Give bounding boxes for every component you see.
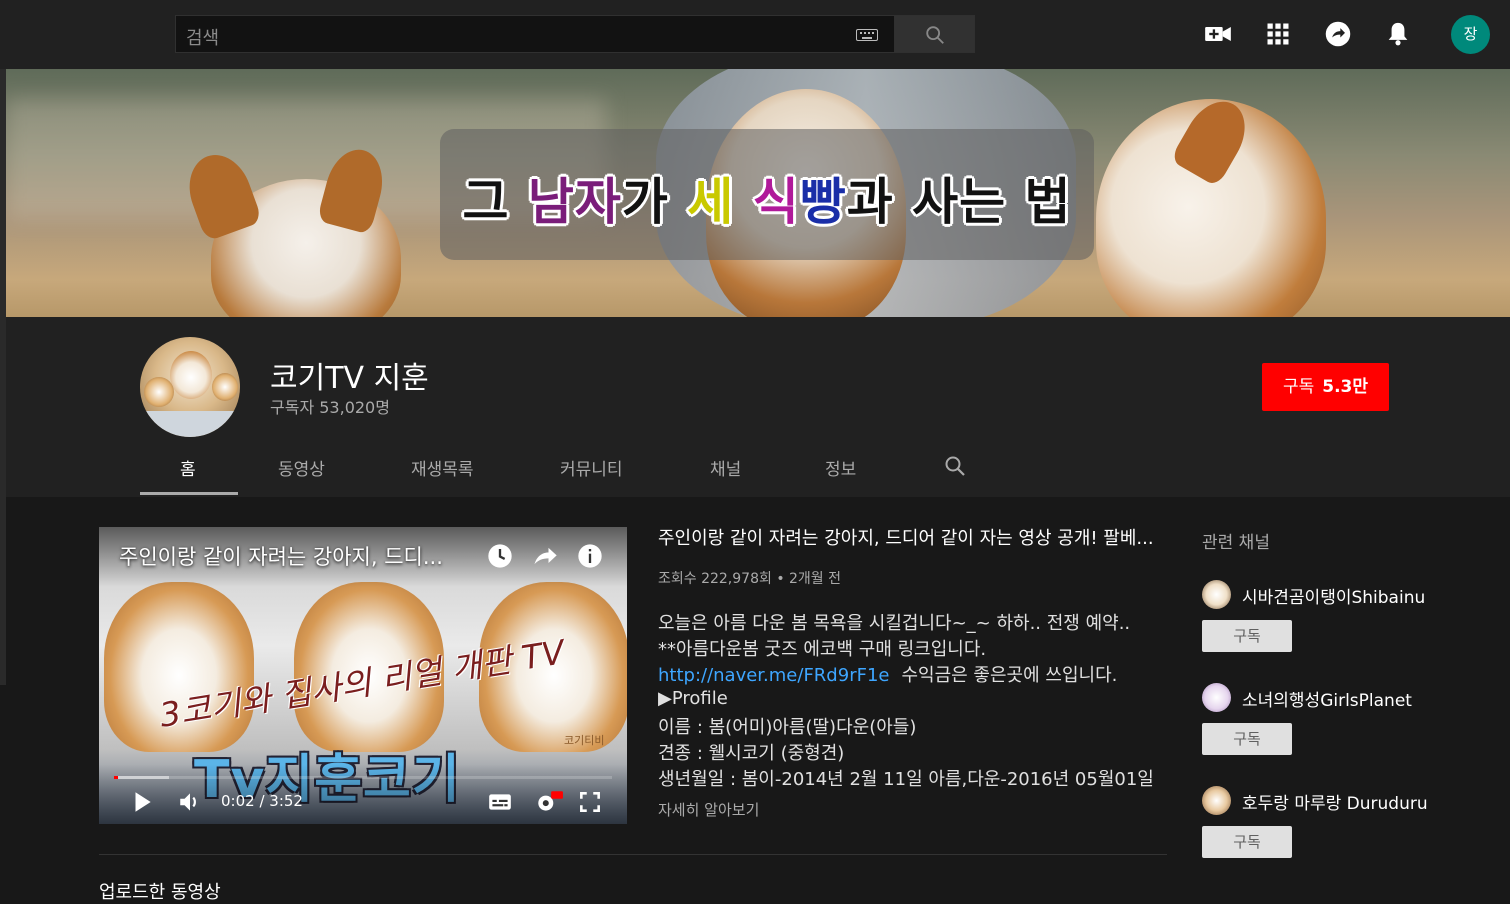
channel-search-icon[interactable] [943, 454, 967, 478]
progress-bar[interactable] [114, 776, 612, 779]
user-avatar[interactable]: 장 [1451, 15, 1490, 54]
related-channel-avatar[interactable] [1202, 580, 1231, 609]
related-channel-avatar[interactable] [1202, 786, 1231, 815]
notifications-bell-icon[interactable] [1384, 20, 1412, 48]
volume-icon[interactable] [177, 789, 203, 815]
time-display: 0:02 / 3:52 [221, 792, 303, 810]
featured-video-meta: 조회수 222,978회 • 2개월 전 [658, 571, 842, 587]
featured-video-title[interactable]: 주인이랑 같이 자려는 강아지, 드디어 같이 자는 영상 공개! 팔베... [658, 524, 1154, 550]
active-tab-indicator [140, 492, 238, 495]
keyboard-icon[interactable] [856, 29, 878, 41]
related-subscribe-button[interactable]: 구독 [1202, 723, 1292, 755]
description-link-line: http://naver.me/FRd9rF1e 수익금은 좋은곳에 쓰입니다. [658, 661, 1117, 687]
banner-title-part [734, 173, 752, 231]
subtitles-icon[interactable] [487, 789, 513, 815]
related-channels-heading: 관련 채널 [1202, 533, 1270, 553]
related-channel-avatar[interactable] [1202, 683, 1231, 712]
fullscreen-icon[interactable] [577, 789, 603, 815]
tab-about[interactable]: 정보 [825, 455, 856, 480]
description-link-suffix: 수익금은 좋은곳에 쓰입니다. [901, 665, 1118, 686]
progress-buffered [114, 776, 169, 779]
banner-title: 그 남자가 세 식빵과 사는 법 [440, 162, 1094, 234]
related-subscribe-button[interactable]: 구독 [1202, 826, 1292, 858]
description-link[interactable]: http://naver.me/FRd9rF1e [658, 665, 889, 686]
featured-video-player[interactable]: 3코기와 집사의 리얼 개판 TV Tv지훈코기 코기티비 주인이랑 같이 자려… [99, 527, 627, 824]
share-messages-icon[interactable] [1324, 20, 1352, 48]
avatar-dog-left [144, 377, 174, 407]
description-line: 이름 : 봄(어미)아름(딸)다운(아들) [658, 717, 917, 738]
channel-avatar[interactable] [140, 337, 240, 437]
tab-community[interactable]: 커뮤니티 [560, 455, 623, 480]
play-icon[interactable] [129, 789, 155, 815]
watch-later-icon[interactable] [486, 542, 514, 570]
banner-title-part: 가 [621, 173, 688, 231]
banner-title-part: 빵 [799, 173, 847, 231]
top-bar: 검색 장 [0, 0, 1510, 69]
channel-name: 코기TV 지훈 [270, 361, 429, 396]
description-line: ▶Profile [658, 688, 728, 709]
related-channel-name[interactable]: 시바견곰이탱이Shibainu [1242, 583, 1425, 608]
description-line: 생년월일 : 봄이-2014년 2월 11일 아름,다운-2016년 05월01… [658, 769, 1154, 790]
read-more-link[interactable]: 자세히 알아보기 [658, 799, 759, 820]
related-channel-name[interactable]: 소녀의행성GirlsPlanet [1242, 686, 1412, 711]
banner-title-part: 남자 [527, 173, 622, 231]
player-video-title[interactable]: 주인이랑 같이 자려는 강아지, 드디... [119, 541, 443, 571]
search-button[interactable] [894, 15, 975, 53]
related-subscribe-button[interactable]: 구독 [1202, 620, 1292, 652]
section-divider [99, 854, 1167, 855]
uploads-section-title: 업로드한 동영상 [99, 882, 221, 903]
avatar-bottom [140, 411, 240, 437]
subscribe-count: 5.3만 [1322, 377, 1369, 397]
avatar-dog-center [170, 351, 212, 399]
description-line: 오늘은 아름 다운 봄 목욕을 시킬겁니다~_~ 하하.. 전쟁 예약.. [658, 613, 1131, 634]
progress-played [114, 776, 118, 779]
tab-home[interactable]: 홈 [180, 455, 196, 480]
settings-gear-icon[interactable] [534, 789, 564, 815]
channel-header: 코기TV 지훈 구독자 53,020명 구독 5.3만 홈 동영상 재생목록 커뮤… [6, 317, 1510, 497]
search-input[interactable]: 검색 [175, 15, 895, 53]
description-line: **아름다운봄 굿즈 에코백 구매 링크입니다. [658, 639, 987, 660]
channel-banner: 그 남자가 세 식빵과 사는 법 [6, 69, 1510, 317]
share-icon[interactable] [531, 542, 559, 570]
subscribe-label: 구독 [1282, 377, 1315, 397]
apps-icon[interactable] [1264, 20, 1292, 48]
search-placeholder: 검색 [186, 28, 220, 49]
search-icon [926, 26, 944, 44]
banner-title-box: 그 남자가 세 식빵과 사는 법 [440, 129, 1094, 260]
banner-title-part: 과 사는 법 [846, 173, 1072, 231]
banner-title-part: 세 [687, 173, 735, 231]
subscriber-count: 구독자 53,020명 [270, 398, 390, 417]
related-channel-name[interactable]: 호두랑 마루랑 Duruduru [1242, 789, 1428, 814]
tab-videos[interactable]: 동영상 [278, 455, 325, 480]
banner-title-part: 그 [462, 173, 528, 231]
thumbnail-watermark: 코기티비 [564, 734, 605, 747]
banner-title-part: 식 [752, 173, 800, 231]
tab-channels[interactable]: 채널 [710, 455, 741, 480]
description-line: 견종 : 웰시코기 (중형견) [658, 743, 845, 764]
info-icon[interactable] [576, 542, 604, 570]
avatar-dog-right [212, 373, 238, 401]
create-video-icon[interactable] [1204, 20, 1232, 48]
subscribe-button[interactable]: 구독 5.3만 [1262, 363, 1389, 411]
tab-playlists[interactable]: 재생목록 [411, 455, 474, 480]
